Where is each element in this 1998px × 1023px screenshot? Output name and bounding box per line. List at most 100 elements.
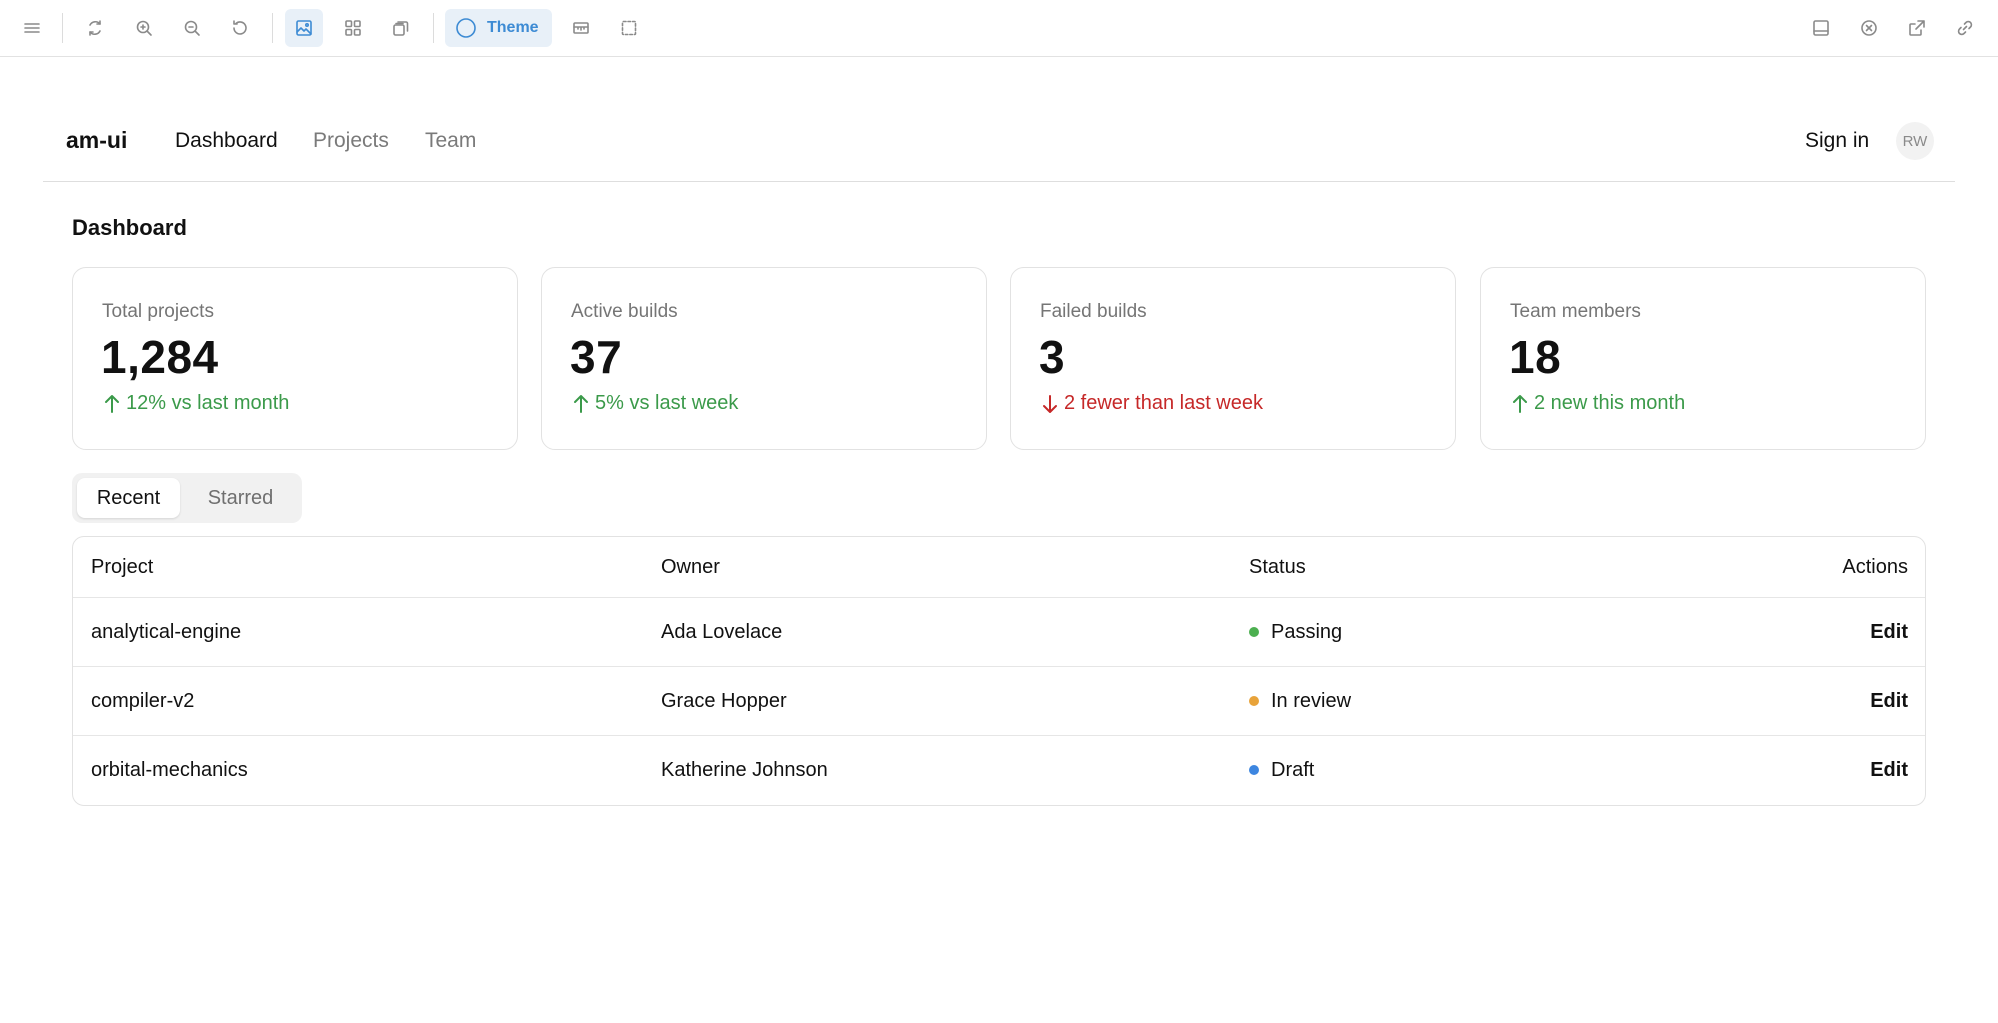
menu-icon	[24, 23, 40, 33]
copy-link-button[interactable]	[1946, 9, 1984, 47]
table-row: analytical-engine Ada Lovelace Passing E…	[73, 597, 1925, 666]
edit-button[interactable]: Edit	[1870, 621, 1908, 644]
select-area-button[interactable]	[610, 9, 648, 47]
stat-trend-text: 12% vs last month	[126, 392, 290, 414]
stat-card-total-projects: Total projects 1,284 12% vs last month	[72, 267, 518, 450]
arrow-up-icon	[574, 394, 588, 413]
stat-value: 1,284	[101, 331, 219, 383]
arrow-up-icon	[105, 394, 119, 413]
stat-trend-text: 2 fewer than last week	[1064, 392, 1263, 414]
stat-trend-text: 5% vs last week	[595, 392, 739, 414]
actions-cell: Edit	[1870, 667, 1908, 735]
toolbar-divider	[433, 13, 434, 43]
stat-value: 37	[570, 331, 623, 383]
close-button[interactable]	[1850, 9, 1888, 47]
edit-button[interactable]: Edit	[1870, 759, 1908, 782]
reset-zoom-button[interactable]	[221, 9, 259, 47]
column-header-owner[interactable]: Owner	[661, 537, 720, 597]
ruler-icon	[573, 22, 589, 34]
close-circle-icon	[1861, 20, 1877, 36]
circle-icon	[456, 18, 476, 38]
status-dot-icon	[1249, 696, 1259, 706]
stat-trend-text: 2 new this month	[1534, 392, 1686, 414]
zoom-in-icon	[136, 20, 152, 36]
layers-button[interactable]	[382, 9, 420, 47]
table-header-row: Project Owner Status Actions	[73, 537, 1925, 597]
project-name: analytical-engine	[91, 620, 242, 643]
stat-card-team-members: Team members 18 2 new this month	[1480, 267, 1926, 450]
column-header-status[interactable]: Status	[1249, 537, 1306, 597]
external-link-icon	[1909, 20, 1925, 36]
reset-icon	[233, 20, 247, 35]
stat-card-active-builds: Active builds 37 5% vs last week	[541, 267, 987, 450]
menu-button[interactable]	[13, 9, 51, 47]
arrow-up-icon	[1513, 394, 1527, 413]
open-external-button[interactable]	[1898, 9, 1936, 47]
grid-icon	[345, 20, 361, 36]
refresh-button[interactable]	[76, 9, 114, 47]
link-icon	[1957, 20, 1973, 36]
grid-view-button[interactable]	[334, 9, 372, 47]
brand-logo[interactable]: am-ui	[66, 127, 127, 154]
column-header-project[interactable]: Project	[91, 537, 153, 597]
arrow-down-icon	[1043, 394, 1057, 413]
layers-icon	[393, 21, 409, 36]
stat-trend: 12% vs last month	[102, 392, 289, 415]
image-icon	[296, 20, 312, 36]
theme-button-label: Theme	[487, 19, 539, 36]
projects-table: Project Owner Status Actions analytical-…	[72, 536, 1926, 806]
image-view-button[interactable]	[285, 9, 323, 47]
actions-cell: Edit	[1870, 598, 1908, 666]
project-name: orbital-mechanics	[91, 758, 248, 781]
status-text: Draft	[1271, 758, 1315, 781]
zoom-out-icon	[184, 20, 200, 36]
stat-trend: 2 fewer than last week	[1040, 392, 1263, 415]
nav-projects[interactable]: Projects	[313, 129, 389, 153]
stat-card-failed-builds: Failed builds 3 2 fewer than last week	[1010, 267, 1456, 450]
table-row: orbital-mechanics Katherine Johnson Draf…	[73, 735, 1925, 804]
project-owner: Katherine Johnson	[661, 758, 828, 781]
stat-value: 18	[1509, 331, 1562, 383]
nav-team[interactable]: Team	[425, 129, 476, 153]
nav-dashboard[interactable]: Dashboard	[175, 129, 278, 153]
toolbar-divider	[272, 13, 273, 43]
status-badge: Draft	[1249, 736, 1314, 804]
toolbar-divider	[62, 13, 63, 43]
theme-button[interactable]: Theme	[445, 9, 552, 47]
stat-label: Total projects	[102, 301, 214, 322]
stat-trend: 2 new this month	[1510, 392, 1685, 415]
dashed-square-icon	[621, 20, 637, 36]
project-name: compiler-v2	[91, 689, 195, 712]
zoom-in-button[interactable]	[125, 9, 163, 47]
status-text: Passing	[1271, 620, 1343, 643]
stat-label: Team members	[1510, 301, 1641, 322]
stat-value: 3	[1039, 331, 1066, 383]
zoom-out-button[interactable]	[173, 9, 211, 47]
status-text: In review	[1271, 689, 1352, 712]
table-row: compiler-v2 Grace Hopper In review Edit	[73, 666, 1925, 735]
avatar[interactable]: RW	[1896, 122, 1934, 160]
status-dot-icon	[1249, 765, 1259, 775]
status-badge: In review	[1249, 667, 1351, 735]
status-badge: Passing	[1249, 598, 1342, 666]
status-dot-icon	[1249, 627, 1259, 637]
stat-label: Active builds	[571, 301, 678, 322]
stat-trend: 5% vs last week	[571, 392, 738, 415]
panel-icon	[1813, 20, 1829, 36]
stat-label: Failed builds	[1040, 301, 1147, 322]
preview-toolbar: Theme	[0, 0, 1998, 57]
tab-recent[interactable]: Recent	[77, 478, 180, 518]
sign-in-link[interactable]: Sign in	[1805, 129, 1869, 153]
column-header-actions: Actions	[1842, 555, 1908, 578]
edit-button[interactable]: Edit	[1870, 690, 1908, 713]
sync-icon	[89, 20, 101, 36]
ruler-button[interactable]	[562, 9, 600, 47]
project-owner: Ada Lovelace	[661, 620, 783, 643]
tab-list: Recent Starred	[72, 473, 302, 523]
panel-button[interactable]	[1802, 9, 1840, 47]
project-owner: Grace Hopper	[661, 689, 787, 712]
header-divider	[43, 181, 1955, 182]
tab-starred[interactable]: Starred	[184, 478, 297, 518]
actions-cell: Edit	[1870, 736, 1908, 804]
page-title: Dashboard	[72, 215, 187, 240]
